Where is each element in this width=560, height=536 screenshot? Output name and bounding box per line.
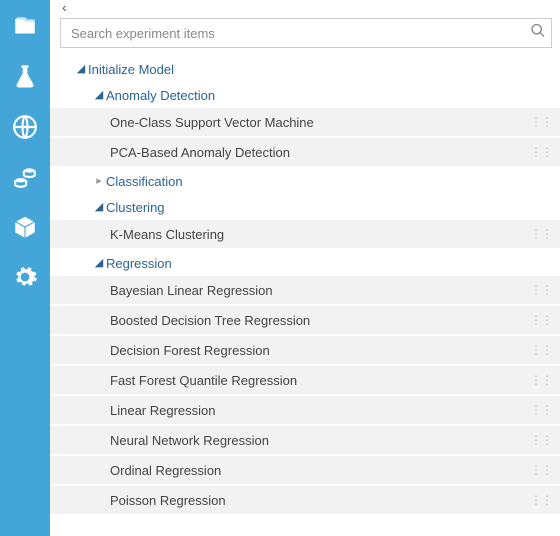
module-label: K-Means Clustering [110, 227, 224, 242]
drag-grip-icon: ⋮⋮ [530, 403, 552, 417]
drag-grip-icon: ⋮⋮ [530, 313, 552, 327]
drag-grip-icon: ⋮⋮ [530, 145, 552, 159]
main-panel: ‹ ◢ Initialize Model ◢ Anomaly Detection… [50, 0, 560, 536]
tree-category-initialize-model[interactable]: ◢ Initialize Model [50, 56, 560, 82]
sidebar-item-projects[interactable] [10, 12, 40, 42]
folder-icon [12, 14, 38, 40]
caret-down-icon: ◢ [92, 90, 106, 101]
category-label: Anomaly Detection [106, 88, 215, 103]
caret-down-icon: ◢ [92, 258, 106, 269]
module-tree: ◢ Initialize Model ◢ Anomaly Detection O… [50, 56, 560, 536]
module-item[interactable]: Neural Network Regression ⋮⋮ [50, 426, 560, 456]
gear-icon [12, 264, 38, 290]
search-container [50, 14, 560, 56]
module-label: Bayesian Linear Regression [110, 283, 273, 298]
category-label: Initialize Model [88, 62, 174, 77]
drag-grip-icon: ⋮⋮ [530, 283, 552, 297]
module-item[interactable]: One-Class Support Vector Machine ⋮⋮ [50, 108, 560, 138]
flask-icon [11, 63, 39, 91]
module-item[interactable]: Poisson Regression ⋮⋮ [50, 486, 560, 516]
module-item[interactable]: Decision Forest Regression ⋮⋮ [50, 336, 560, 366]
module-label: One-Class Support Vector Machine [110, 115, 314, 130]
tree-category-anomaly-detection[interactable]: ◢ Anomaly Detection [50, 82, 560, 108]
module-label: Neural Network Regression [110, 433, 269, 448]
left-sidebar [0, 0, 50, 536]
drag-grip-icon: ⋮⋮ [530, 227, 552, 241]
drag-grip-icon: ⋮⋮ [530, 343, 552, 357]
module-item[interactable]: PCA-Based Anomaly Detection ⋮⋮ [50, 138, 560, 168]
cube-icon [12, 214, 38, 240]
tree-category-classification[interactable]: ▸ Classification [50, 168, 560, 194]
caret-right-icon: ▸ [92, 176, 106, 187]
module-label: PCA-Based Anomaly Detection [110, 145, 290, 160]
module-item[interactable]: K-Means Clustering ⋮⋮ [50, 220, 560, 250]
app-root: ‹ ◢ Initialize Model ◢ Anomaly Detection… [0, 0, 560, 536]
category-label: Classification [106, 174, 183, 189]
caret-down-icon: ◢ [92, 202, 106, 213]
module-label: Linear Regression [110, 403, 216, 418]
module-item[interactable]: Bayesian Linear Regression ⋮⋮ [50, 276, 560, 306]
drag-grip-icon: ⋮⋮ [530, 373, 552, 387]
module-item[interactable]: Ordinal Regression ⋮⋮ [50, 456, 560, 486]
sidebar-item-settings[interactable] [10, 262, 40, 292]
drag-grip-icon: ⋮⋮ [530, 115, 552, 129]
sidebar-item-experiments[interactable] [10, 62, 40, 92]
module-item[interactable]: Fast Forest Quantile Regression ⋮⋮ [50, 366, 560, 396]
category-label: Regression [106, 256, 172, 271]
module-label: Poisson Regression [110, 493, 226, 508]
drag-grip-icon: ⋮⋮ [530, 463, 552, 477]
datasets-icon [12, 164, 38, 190]
module-label: Decision Forest Regression [110, 343, 270, 358]
collapse-panel-button[interactable]: ‹ [50, 0, 560, 14]
module-label: Fast Forest Quantile Regression [110, 373, 297, 388]
tree-category-regression[interactable]: ◢ Regression [50, 250, 560, 276]
sidebar-item-web-services[interactable] [10, 112, 40, 142]
globe-icon [12, 114, 38, 140]
module-item[interactable]: Boosted Decision Tree Regression ⋮⋮ [50, 306, 560, 336]
module-label: Ordinal Regression [110, 463, 221, 478]
sidebar-item-trained-models[interactable] [10, 212, 40, 242]
tree-category-clustering[interactable]: ◢ Clustering [50, 194, 560, 220]
sidebar-item-datasets[interactable] [10, 162, 40, 192]
drag-grip-icon: ⋮⋮ [530, 433, 552, 447]
category-label: Clustering [106, 200, 165, 215]
search-input[interactable] [60, 18, 552, 48]
chevron-left-icon: ‹ [62, 0, 67, 15]
module-item[interactable]: Linear Regression ⋮⋮ [50, 396, 560, 426]
caret-down-icon: ◢ [74, 64, 88, 75]
module-label: Boosted Decision Tree Regression [110, 313, 310, 328]
drag-grip-icon: ⋮⋮ [530, 493, 552, 507]
